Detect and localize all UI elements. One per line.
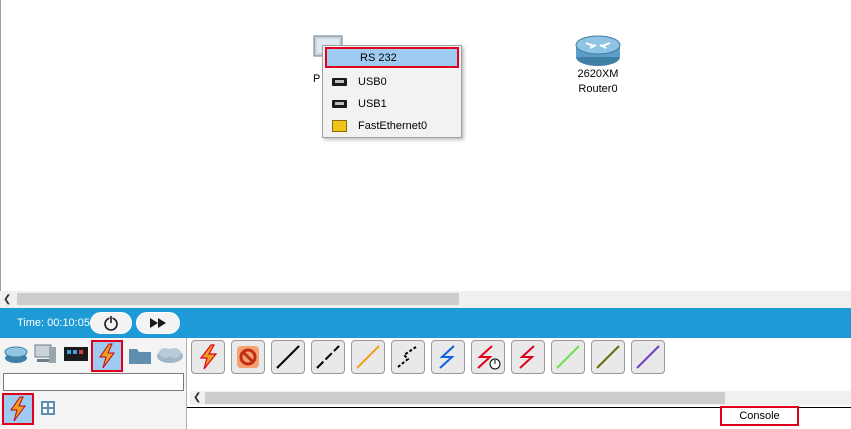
coaxial-cable-button[interactable]	[471, 340, 505, 374]
octal-cable-button[interactable]	[591, 340, 625, 374]
reset-icon	[104, 315, 118, 331]
connections-category-icon[interactable]	[91, 340, 123, 372]
end-devices-pc-category-icon[interactable]	[31, 343, 56, 365]
serial-dce-icon	[519, 345, 535, 369]
console-cable-button[interactable]	[271, 340, 305, 374]
routers-category-icon[interactable]	[3, 343, 28, 365]
menu-item-label: RS 232	[360, 51, 397, 64]
phone-cable-button[interactable]	[431, 340, 465, 374]
components-category-icon[interactable]	[63, 343, 88, 365]
selected-cable-label: Console	[720, 406, 799, 426]
scroll-left-arrow-icon[interactable]: ❮	[3, 294, 11, 305]
wan-emulation-category-icon[interactable]	[155, 345, 183, 367]
automatic-connection-button[interactable]	[191, 340, 225, 374]
octal-cable-icon	[596, 345, 620, 369]
iot-custom-cable-icon	[636, 345, 660, 369]
fast-forward-icon	[150, 318, 166, 328]
copper-straight-through-button[interactable]	[311, 340, 345, 374]
fiber-button[interactable]	[391, 340, 425, 374]
router-name-label: Router0	[578, 83, 618, 95]
serial-dce-button[interactable]	[511, 340, 545, 374]
copper-cross-over-button[interactable]	[351, 340, 385, 374]
port-selection-menu: RS 232 USB0 USB1 FastEthernet0	[322, 45, 462, 138]
menu-item-label: USB1	[358, 97, 387, 110]
no-connection-button[interactable]	[231, 340, 265, 374]
menu-item-label: USB0	[358, 75, 387, 88]
usb-port-icon	[332, 99, 347, 108]
menu-item-usb1[interactable]: USB1	[325, 93, 459, 114]
menu-item-fastethernet0[interactable]: FastEthernet0	[325, 115, 459, 136]
scroll-left-arrow-icon[interactable]: ❮	[193, 392, 201, 403]
connections-subtype-icon[interactable]	[2, 393, 34, 425]
misc-folder-category-icon[interactable]	[128, 345, 151, 367]
phone-cable-icon	[439, 345, 455, 369]
automatic-connection-icon	[199, 344, 218, 370]
router-model-label: 2620XM	[577, 68, 619, 80]
fiber-icon	[397, 346, 417, 368]
power-cycle-button[interactable]	[90, 312, 132, 334]
copper-cross-over-icon	[356, 345, 380, 369]
iot-custom-cable-button[interactable]	[631, 340, 665, 374]
console-cable-icon	[276, 345, 300, 369]
pc-device-label: P	[313, 73, 321, 85]
copper-straight-through-icon	[316, 345, 340, 369]
usb-port-icon	[332, 77, 347, 86]
no-connection-icon	[237, 346, 259, 368]
coaxial-cable-icon	[477, 345, 501, 370]
menu-item-rs232[interactable]: RS 232	[325, 47, 459, 68]
logical-workspace[interactable]	[0, 0, 851, 291]
time-display: Time: 00:10:05	[17, 317, 90, 329]
serial-dte-icon	[556, 345, 580, 369]
menu-item-label: FastEthernet0	[358, 119, 428, 132]
scrollbar-thumb[interactable]	[17, 293, 459, 305]
ethernet-port-icon	[332, 119, 347, 132]
menu-item-usb0[interactable]: USB0	[325, 71, 459, 92]
grid-view-icon[interactable]	[40, 400, 56, 416]
fast-forward-time-button[interactable]	[136, 312, 180, 334]
device-model-box	[3, 373, 184, 391]
scrollbar-thumb[interactable]	[205, 392, 725, 404]
serial-dte-button[interactable]	[551, 340, 585, 374]
